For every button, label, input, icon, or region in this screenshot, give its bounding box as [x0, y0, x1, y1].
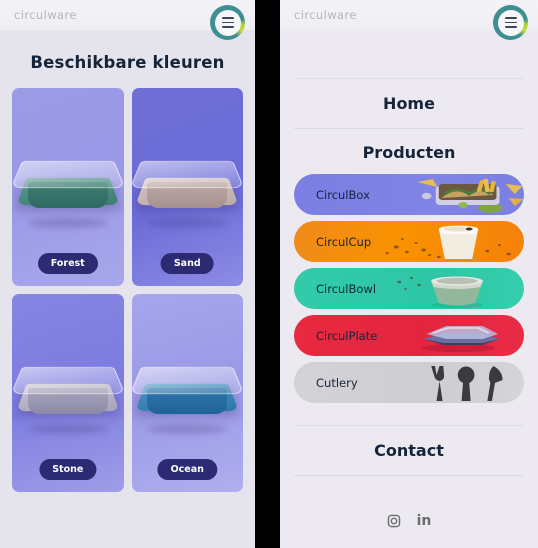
circulcup-photo	[385, 225, 511, 259]
circulbowl-photo	[397, 276, 484, 308]
color-label-pill[interactable]: Sand	[160, 253, 214, 274]
nav-item-contact[interactable]: Contact	[294, 425, 524, 476]
menu-top-spacer	[280, 30, 538, 78]
cutlery-photo	[431, 366, 503, 401]
product-box-image	[12, 138, 124, 229]
product-item-circulplate[interactable]: CirculPlate	[294, 315, 524, 356]
color-card-forest[interactable]: Forest	[12, 88, 124, 286]
product-label: CirculBox	[316, 187, 370, 202]
product-item-circulcup[interactable]: CirculCup	[294, 221, 524, 262]
social-links: in	[280, 514, 538, 528]
product-item-circulbox[interactable]: CirculBox	[294, 174, 524, 215]
mobile-menu-overlay: Home Producten CirculBox CirculCup Circu…	[280, 30, 538, 548]
product-label: CirculBowl	[316, 281, 377, 296]
color-label-pill[interactable]: Ocean	[157, 459, 217, 480]
brand-logo: circulware	[14, 8, 77, 22]
circulbox-photo	[417, 178, 524, 213]
color-card-stone[interactable]: Stone	[12, 294, 124, 492]
product-item-cutlery[interactable]: Cutlery	[294, 362, 524, 403]
color-card-ocean[interactable]: Ocean	[131, 294, 243, 492]
nav-item-home[interactable]: Home	[294, 78, 524, 129]
left-header-bar: circulware	[0, 0, 255, 40]
nav-heading-producten: Producten	[362, 143, 456, 162]
color-label-pill[interactable]: Stone	[39, 459, 97, 480]
circulplate-photo	[422, 326, 500, 352]
product-box-image	[131, 138, 243, 229]
product-box-image	[12, 344, 124, 435]
hamburger-icon	[497, 9, 524, 36]
hamburger-icon	[214, 9, 241, 36]
screenshot-root: circulware Beschikbare kleuren Forest Sa…	[0, 0, 538, 548]
color-card-sand[interactable]: Sand	[131, 88, 243, 286]
right-phone-panel: circulware Home Producten CirculBox Circ…	[280, 0, 538, 548]
product-item-circulbowl[interactable]: CirculBowl	[294, 268, 524, 309]
product-list: CirculBox CirculCup CirculBowl CirculPla…	[294, 174, 524, 403]
product-label: Cutlery	[316, 375, 358, 390]
instagram-icon[interactable]	[387, 514, 401, 528]
right-header-bar: circulware	[280, 0, 538, 40]
panel-divider	[255, 0, 280, 548]
linkedin-icon[interactable]: in	[417, 514, 432, 528]
product-label: CirculCup	[316, 234, 372, 249]
hamburger-menu-button[interactable]	[210, 5, 245, 40]
brand-logo: circulware	[294, 8, 357, 22]
color-grid: Forest Sand Stone Ocean	[12, 88, 243, 492]
page-title: Beschikbare kleuren	[30, 53, 225, 72]
product-box-image	[131, 344, 243, 435]
product-label: CirculPlate	[316, 328, 378, 343]
left-phone-panel: circulware Beschikbare kleuren Forest Sa…	[0, 0, 255, 548]
color-label-pill[interactable]: Forest	[37, 253, 98, 274]
hamburger-menu-button[interactable]	[493, 5, 528, 40]
